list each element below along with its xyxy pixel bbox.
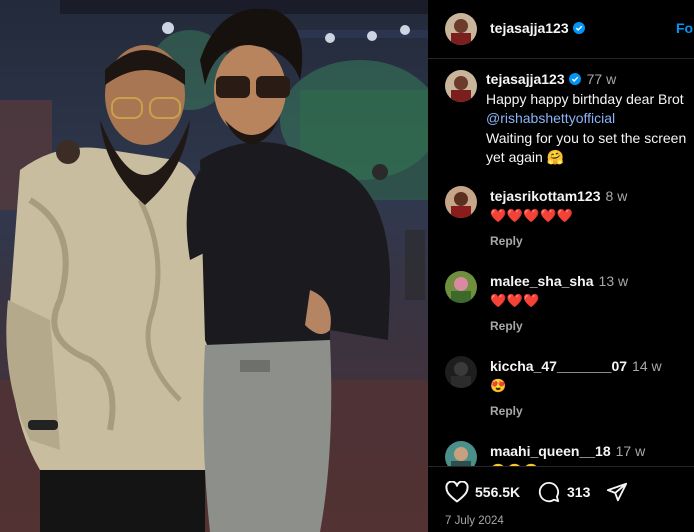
- commenter-username[interactable]: tejasrikottam123: [490, 188, 601, 204]
- post-side-panel: tejasajja123 Fo tejasajja123 77 w Happy h…: [428, 0, 694, 532]
- post-caption: tejasajja123 77 w Happy happy birthday de…: [486, 70, 694, 168]
- reply-button[interactable]: Reply: [490, 234, 523, 248]
- comment-text: 😍: [490, 378, 507, 393]
- follow-button[interactable]: Fo: [676, 20, 693, 36]
- comment-text: ❤️❤️❤️❤️❤️: [490, 208, 574, 223]
- commenter-username[interactable]: malee_sha_sha: [490, 273, 594, 289]
- caption-line-4: yet again 🤗: [486, 149, 565, 165]
- commenter-username[interactable]: kiccha_47_______07: [490, 358, 627, 374]
- caption-line-1: Happy happy birthday dear Brot: [486, 90, 684, 107]
- like-count: 556.5K: [475, 484, 521, 500]
- comment-time: 8 w: [605, 188, 628, 204]
- heart-icon[interactable]: [445, 481, 469, 503]
- comment-bubble-icon[interactable]: [537, 481, 561, 503]
- caption-mention-link[interactable]: @rishabshettyofficial: [486, 109, 694, 129]
- comment-action[interactable]: 313: [537, 481, 590, 503]
- post-action-bar: 556.5K 313 7 July 2024: [428, 466, 694, 532]
- author-username[interactable]: tejasajja123: [490, 20, 569, 36]
- comment-time: 14 w: [632, 358, 662, 374]
- reply-button[interactable]: Reply: [490, 319, 523, 333]
- share-action[interactable]: [605, 481, 629, 503]
- commenter-avatar[interactable]: [445, 356, 477, 388]
- author-avatar[interactable]: [445, 13, 477, 45]
- verified-badge-icon: [568, 73, 581, 85]
- share-send-icon[interactable]: [605, 481, 629, 503]
- comment-time: 17 w: [615, 443, 646, 459]
- caption-time: 77 w: [586, 71, 617, 87]
- comment-time: 13 w: [598, 273, 629, 289]
- caption-header: tejasajja123 77 w: [486, 70, 694, 90]
- post-header: tejasajja123 Fo: [428, 0, 694, 59]
- photo-illustration: [0, 0, 428, 532]
- caption-line-3: Waiting for you to set the screen: [486, 129, 687, 146]
- commenter-avatar[interactable]: [445, 271, 477, 303]
- author-row: tejasajja123: [490, 20, 585, 38]
- comment-text: ❤️❤️❤️: [490, 293, 541, 308]
- post-photo[interactable]: [0, 0, 428, 532]
- reply-button[interactable]: Reply: [490, 404, 523, 418]
- comment-count: 313: [567, 484, 591, 500]
- commenter-avatar[interactable]: [445, 186, 477, 218]
- commenter-username[interactable]: maahi_queen__18: [490, 443, 611, 459]
- caption-username[interactable]: tejasajja123: [486, 71, 565, 87]
- like-action[interactable]: 556.5K: [445, 481, 520, 503]
- verified-badge-icon: [572, 22, 585, 34]
- caption-author-avatar[interactable]: [445, 70, 477, 102]
- post-date: 7 July 2024: [445, 515, 504, 527]
